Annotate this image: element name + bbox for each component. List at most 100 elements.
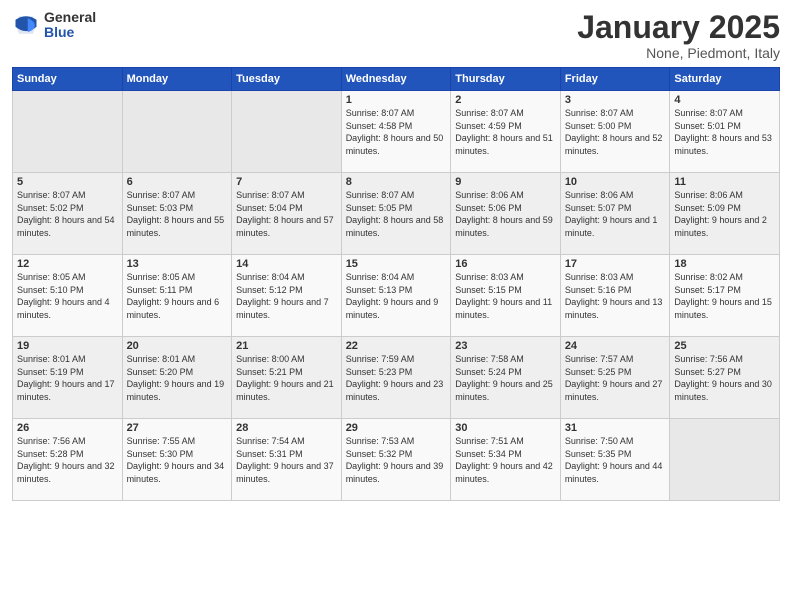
day-number: 25 xyxy=(674,340,775,352)
day-number: 13 xyxy=(127,258,228,270)
calendar-cell: 3Sunrise: 8:07 AM Sunset: 5:00 PM Daylig… xyxy=(560,91,670,173)
day-number: 10 xyxy=(565,176,666,188)
day-number: 4 xyxy=(674,94,775,106)
day-info: Sunrise: 8:01 AM Sunset: 5:19 PM Dayligh… xyxy=(17,353,118,403)
logo-general-text: General xyxy=(44,10,96,25)
calendar-cell xyxy=(232,91,342,173)
day-info: Sunrise: 8:03 AM Sunset: 5:15 PM Dayligh… xyxy=(455,271,556,321)
day-info: Sunrise: 8:06 AM Sunset: 5:07 PM Dayligh… xyxy=(565,189,666,239)
day-info: Sunrise: 7:53 AM Sunset: 5:32 PM Dayligh… xyxy=(346,435,447,485)
logo-icon xyxy=(12,11,40,39)
calendar-cell: 30Sunrise: 7:51 AM Sunset: 5:34 PM Dayli… xyxy=(451,419,561,501)
week-row-3: 12Sunrise: 8:05 AM Sunset: 5:10 PM Dayli… xyxy=(13,255,780,337)
calendar-cell: 15Sunrise: 8:04 AM Sunset: 5:13 PM Dayli… xyxy=(341,255,451,337)
day-info: Sunrise: 8:01 AM Sunset: 5:20 PM Dayligh… xyxy=(127,353,228,403)
header-tuesday: Tuesday xyxy=(232,68,342,91)
day-number: 12 xyxy=(17,258,118,270)
day-info: Sunrise: 8:07 AM Sunset: 5:04 PM Dayligh… xyxy=(236,189,337,239)
calendar-cell: 2Sunrise: 8:07 AM Sunset: 4:59 PM Daylig… xyxy=(451,91,561,173)
day-info: Sunrise: 8:03 AM Sunset: 5:16 PM Dayligh… xyxy=(565,271,666,321)
calendar-cell: 16Sunrise: 8:03 AM Sunset: 5:15 PM Dayli… xyxy=(451,255,561,337)
day-info: Sunrise: 8:07 AM Sunset: 5:02 PM Dayligh… xyxy=(17,189,118,239)
calendar-cell: 11Sunrise: 8:06 AM Sunset: 5:09 PM Dayli… xyxy=(670,173,780,255)
day-number: 9 xyxy=(455,176,556,188)
calendar-cell: 8Sunrise: 8:07 AM Sunset: 5:05 PM Daylig… xyxy=(341,173,451,255)
logo-blue-text: Blue xyxy=(44,25,96,40)
header-friday: Friday xyxy=(560,68,670,91)
day-info: Sunrise: 7:50 AM Sunset: 5:35 PM Dayligh… xyxy=(565,435,666,485)
day-info: Sunrise: 8:04 AM Sunset: 5:12 PM Dayligh… xyxy=(236,271,337,321)
day-info: Sunrise: 7:56 AM Sunset: 5:28 PM Dayligh… xyxy=(17,435,118,485)
day-info: Sunrise: 7:56 AM Sunset: 5:27 PM Dayligh… xyxy=(674,353,775,403)
day-number: 31 xyxy=(565,422,666,434)
calendar-cell: 20Sunrise: 8:01 AM Sunset: 5:20 PM Dayli… xyxy=(122,337,232,419)
calendar-cell: 23Sunrise: 7:58 AM Sunset: 5:24 PM Dayli… xyxy=(451,337,561,419)
day-number: 30 xyxy=(455,422,556,434)
calendar-table: Sunday Monday Tuesday Wednesday Thursday… xyxy=(12,67,780,501)
logo: General Blue xyxy=(12,10,96,41)
week-row-5: 26Sunrise: 7:56 AM Sunset: 5:28 PM Dayli… xyxy=(13,419,780,501)
day-number: 20 xyxy=(127,340,228,352)
day-number: 23 xyxy=(455,340,556,352)
day-number: 2 xyxy=(455,94,556,106)
day-number: 22 xyxy=(346,340,447,352)
header-sunday: Sunday xyxy=(13,68,123,91)
day-number: 17 xyxy=(565,258,666,270)
header: General Blue January 2025 None, Piedmont… xyxy=(12,10,780,61)
title-block: January 2025 None, Piedmont, Italy xyxy=(577,10,780,61)
day-info: Sunrise: 8:07 AM Sunset: 5:05 PM Dayligh… xyxy=(346,189,447,239)
day-info: Sunrise: 8:07 AM Sunset: 4:58 PM Dayligh… xyxy=(346,107,447,157)
day-number: 7 xyxy=(236,176,337,188)
calendar-cell: 24Sunrise: 7:57 AM Sunset: 5:25 PM Dayli… xyxy=(560,337,670,419)
calendar-cell xyxy=(13,91,123,173)
day-number: 28 xyxy=(236,422,337,434)
logo-text: General Blue xyxy=(44,10,96,41)
calendar-cell: 29Sunrise: 7:53 AM Sunset: 5:32 PM Dayli… xyxy=(341,419,451,501)
calendar-cell: 19Sunrise: 8:01 AM Sunset: 5:19 PM Dayli… xyxy=(13,337,123,419)
day-number: 3 xyxy=(565,94,666,106)
calendar-cell: 9Sunrise: 8:06 AM Sunset: 5:06 PM Daylig… xyxy=(451,173,561,255)
calendar-cell: 31Sunrise: 7:50 AM Sunset: 5:35 PM Dayli… xyxy=(560,419,670,501)
day-info: Sunrise: 8:05 AM Sunset: 5:11 PM Dayligh… xyxy=(127,271,228,321)
day-info: Sunrise: 7:57 AM Sunset: 5:25 PM Dayligh… xyxy=(565,353,666,403)
header-monday: Monday xyxy=(122,68,232,91)
day-number: 29 xyxy=(346,422,447,434)
day-info: Sunrise: 8:06 AM Sunset: 5:06 PM Dayligh… xyxy=(455,189,556,239)
day-number: 26 xyxy=(17,422,118,434)
calendar-cell: 26Sunrise: 7:56 AM Sunset: 5:28 PM Dayli… xyxy=(13,419,123,501)
day-info: Sunrise: 7:59 AM Sunset: 5:23 PM Dayligh… xyxy=(346,353,447,403)
day-number: 24 xyxy=(565,340,666,352)
day-number: 19 xyxy=(17,340,118,352)
day-info: Sunrise: 8:07 AM Sunset: 5:01 PM Dayligh… xyxy=(674,107,775,157)
calendar-cell: 5Sunrise: 8:07 AM Sunset: 5:02 PM Daylig… xyxy=(13,173,123,255)
page-container: General Blue January 2025 None, Piedmont… xyxy=(0,0,792,509)
day-number: 11 xyxy=(674,176,775,188)
calendar-cell: 17Sunrise: 8:03 AM Sunset: 5:16 PM Dayli… xyxy=(560,255,670,337)
days-header-row: Sunday Monday Tuesday Wednesday Thursday… xyxy=(13,68,780,91)
location: None, Piedmont, Italy xyxy=(577,45,780,61)
calendar-cell: 14Sunrise: 8:04 AM Sunset: 5:12 PM Dayli… xyxy=(232,255,342,337)
calendar-cell: 21Sunrise: 8:00 AM Sunset: 5:21 PM Dayli… xyxy=(232,337,342,419)
calendar-cell: 10Sunrise: 8:06 AM Sunset: 5:07 PM Dayli… xyxy=(560,173,670,255)
day-info: Sunrise: 7:51 AM Sunset: 5:34 PM Dayligh… xyxy=(455,435,556,485)
calendar-cell: 13Sunrise: 8:05 AM Sunset: 5:11 PM Dayli… xyxy=(122,255,232,337)
calendar-cell: 27Sunrise: 7:55 AM Sunset: 5:30 PM Dayli… xyxy=(122,419,232,501)
day-number: 15 xyxy=(346,258,447,270)
week-row-1: 1Sunrise: 8:07 AM Sunset: 4:58 PM Daylig… xyxy=(13,91,780,173)
day-number: 1 xyxy=(346,94,447,106)
calendar-cell: 1Sunrise: 8:07 AM Sunset: 4:58 PM Daylig… xyxy=(341,91,451,173)
calendar-cell: 4Sunrise: 8:07 AM Sunset: 5:01 PM Daylig… xyxy=(670,91,780,173)
header-wednesday: Wednesday xyxy=(341,68,451,91)
calendar-cell: 7Sunrise: 8:07 AM Sunset: 5:04 PM Daylig… xyxy=(232,173,342,255)
day-info: Sunrise: 8:07 AM Sunset: 5:00 PM Dayligh… xyxy=(565,107,666,157)
day-info: Sunrise: 8:00 AM Sunset: 5:21 PM Dayligh… xyxy=(236,353,337,403)
calendar-cell: 22Sunrise: 7:59 AM Sunset: 5:23 PM Dayli… xyxy=(341,337,451,419)
header-saturday: Saturday xyxy=(670,68,780,91)
calendar-cell: 12Sunrise: 8:05 AM Sunset: 5:10 PM Dayli… xyxy=(13,255,123,337)
day-number: 27 xyxy=(127,422,228,434)
day-info: Sunrise: 7:58 AM Sunset: 5:24 PM Dayligh… xyxy=(455,353,556,403)
week-row-4: 19Sunrise: 8:01 AM Sunset: 5:19 PM Dayli… xyxy=(13,337,780,419)
day-info: Sunrise: 8:02 AM Sunset: 5:17 PM Dayligh… xyxy=(674,271,775,321)
day-info: Sunrise: 7:54 AM Sunset: 5:31 PM Dayligh… xyxy=(236,435,337,485)
day-number: 6 xyxy=(127,176,228,188)
